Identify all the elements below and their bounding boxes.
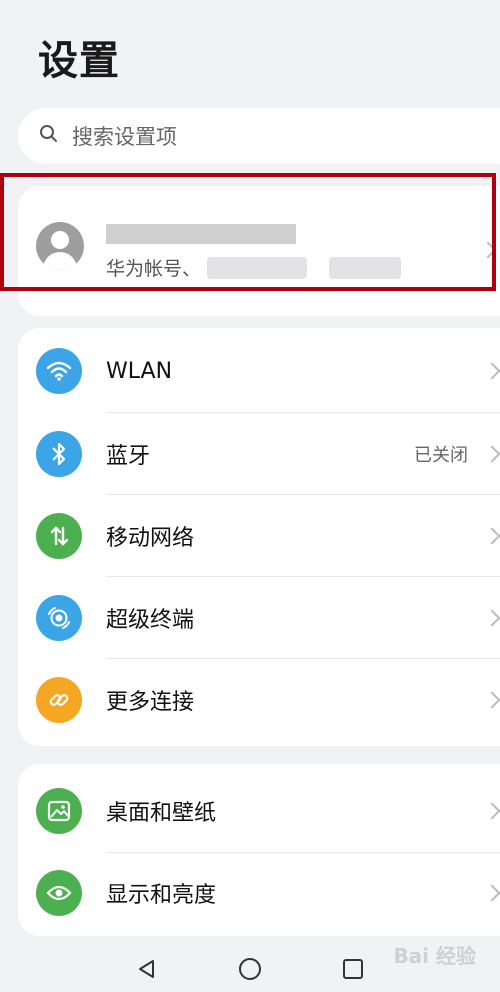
search-bar[interactable]: 搜索设置项 xyxy=(18,108,500,164)
setting-row-mobile-network[interactable]: 移动网络 xyxy=(18,495,500,577)
link-icon xyxy=(36,677,82,723)
chevron-right-icon xyxy=(483,527,500,545)
home-icon[interactable] xyxy=(238,957,262,985)
chevron-right-icon xyxy=(483,445,500,463)
setting-value: 已关闭 xyxy=(414,445,468,466)
picture-icon xyxy=(36,788,82,834)
search-icon xyxy=(38,123,60,149)
wifi-icon xyxy=(36,348,82,394)
back-icon[interactable] xyxy=(136,958,158,984)
chevron-right-icon xyxy=(483,691,500,709)
setting-row-more-connections[interactable]: 更多连接 xyxy=(18,659,500,741)
super-device-icon xyxy=(36,595,82,641)
mobile-network-icon xyxy=(36,513,82,559)
search-placeholder: 搜索设置项 xyxy=(72,125,177,149)
display-card: 桌面和壁纸 显示和亮度 xyxy=(18,764,500,936)
connectivity-card: WLAN 蓝牙 已关闭 移动网络 超级终端 更多连接 xyxy=(18,328,500,746)
chevron-right-icon xyxy=(483,362,500,380)
page-title: 设置 xyxy=(38,38,120,84)
bluetooth-icon xyxy=(36,431,82,477)
setting-row-super-device[interactable]: 超级终端 xyxy=(18,577,500,659)
setting-row-wlan[interactable]: WLAN xyxy=(18,330,500,412)
chevron-right-icon xyxy=(483,884,500,902)
setting-label: 桌面和壁纸 xyxy=(106,801,217,826)
setting-row-bluetooth[interactable]: 蓝牙 已关闭 xyxy=(18,413,500,495)
setting-row-wallpaper[interactable]: 桌面和壁纸 xyxy=(18,770,500,852)
setting-label: 显示和亮度 xyxy=(106,883,217,908)
setting-row-brightness[interactable]: 显示和亮度 xyxy=(18,852,500,934)
setting-label: 更多连接 xyxy=(106,690,195,715)
watermark: Bai 经验 xyxy=(393,944,476,968)
chevron-right-icon xyxy=(483,802,500,820)
recents-icon[interactable] xyxy=(342,958,364,984)
setting-label: WLAN xyxy=(106,358,173,384)
highlight-box xyxy=(0,173,496,291)
setting-label: 移动网络 xyxy=(106,526,195,551)
chevron-right-icon xyxy=(483,609,500,627)
setting-label: 超级终端 xyxy=(106,608,195,633)
eye-icon xyxy=(36,870,82,916)
setting-label: 蓝牙 xyxy=(106,444,151,469)
